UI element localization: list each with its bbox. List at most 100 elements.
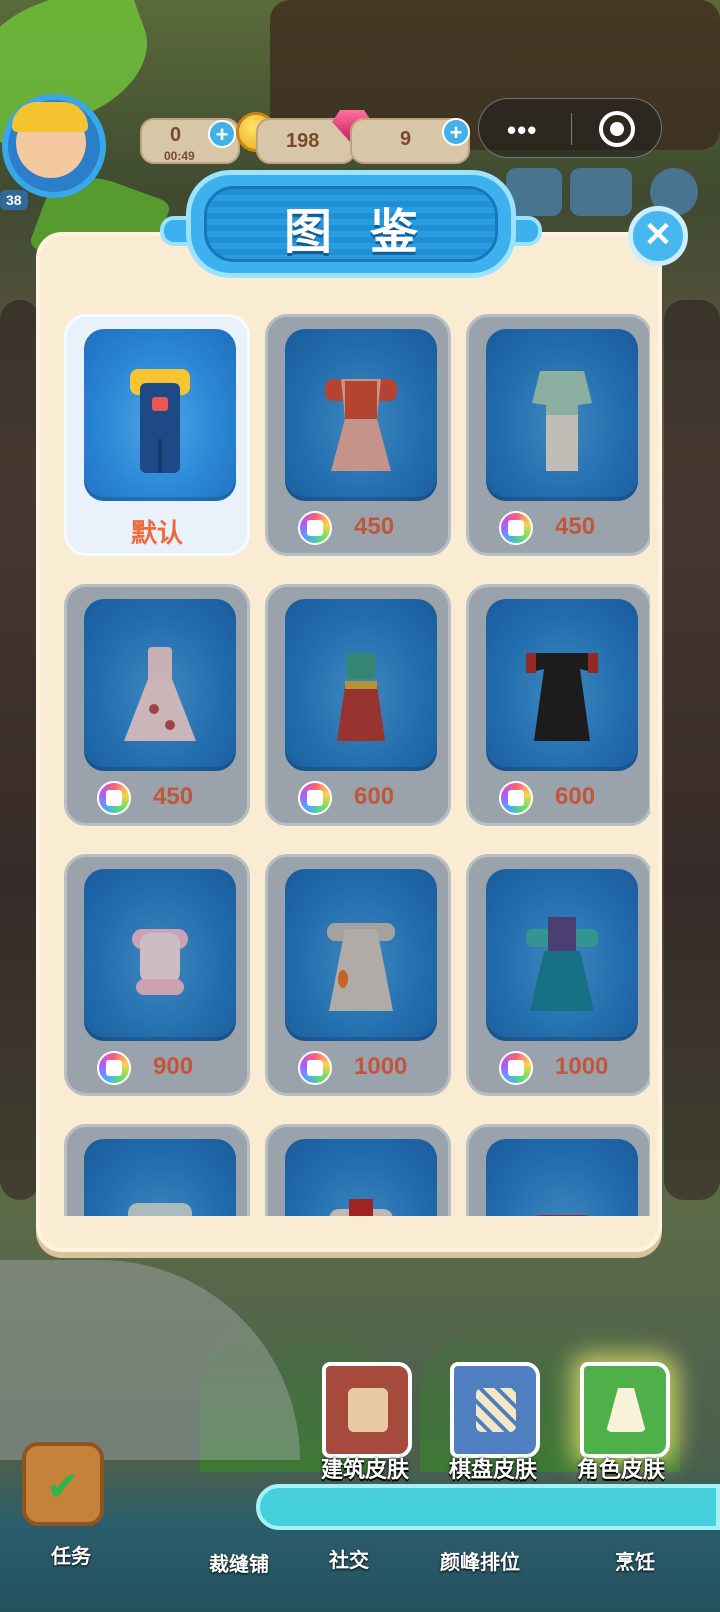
outfit-ticket-icon xyxy=(298,781,332,815)
teal-hanfu-outfit-icon xyxy=(526,917,598,1011)
outfit-image xyxy=(285,599,437,771)
outfit-price: 1000 xyxy=(555,1053,609,1080)
price-row: 900 xyxy=(97,1051,227,1087)
tab-building-skin[interactable]: 建筑皮肤 xyxy=(300,1452,430,1484)
gem-value: 9 xyxy=(400,128,412,150)
dress-emblem-icon xyxy=(606,1388,646,1432)
outfit-card[interactable]: 600 xyxy=(466,584,650,826)
path-decoration xyxy=(0,1260,300,1460)
outfit-scroll-area[interactable]: 默认 450 450 450 600 600 900 1000 1000 xyxy=(60,306,650,1216)
collection-panel: 默认 450 450 450 600 600 900 1000 1000 xyxy=(36,232,662,1252)
pink-romper-outfit-icon xyxy=(132,929,188,995)
outfit-image xyxy=(285,329,437,501)
character-skin-book-icon[interactable] xyxy=(580,1362,670,1458)
outfit-image xyxy=(285,869,437,1041)
panel-title-banner: 图鉴 xyxy=(160,170,542,278)
outfit-image xyxy=(285,1139,437,1216)
outfit-image xyxy=(486,1139,638,1216)
board-emblem-icon xyxy=(476,1388,516,1432)
outfit-card[interactable]: 450 xyxy=(466,314,650,556)
outfit-card[interactable] xyxy=(64,1124,250,1216)
price-row: 1000 xyxy=(499,1051,629,1087)
price-row: 450 xyxy=(97,781,227,817)
price-row: 1000 xyxy=(298,1051,428,1087)
outfit-price: 900 xyxy=(153,1053,194,1080)
close-icon: ✕ xyxy=(643,216,673,254)
outfit-ticket-icon xyxy=(499,781,533,815)
outfit-image xyxy=(486,329,638,501)
outfit-card[interactable] xyxy=(265,1124,451,1216)
outfit-image xyxy=(84,329,236,501)
energy-value: 0 xyxy=(170,124,182,146)
outfit-price: 450 xyxy=(153,783,194,810)
qipao-outfit-icon xyxy=(532,371,592,471)
outfit-card[interactable]: 1000 xyxy=(466,854,650,1096)
wall-decoration xyxy=(664,300,720,1200)
player-level-badge: 38 xyxy=(0,190,28,210)
default-label: 默认 xyxy=(130,519,183,549)
outfit-ticket-icon xyxy=(499,1051,533,1085)
mail-icon[interactable] xyxy=(570,168,632,216)
nav-cooking[interactable]: 烹饪 xyxy=(580,1546,690,1575)
outfit-price: 450 xyxy=(555,513,596,540)
price-row: 600 xyxy=(298,781,428,817)
outfit-card[interactable]: 900 xyxy=(64,854,250,1096)
overalls-outfit-icon xyxy=(130,369,190,473)
price-row: 600 xyxy=(499,781,629,817)
close-button[interactable]: ✕ xyxy=(628,206,688,266)
outfit-image xyxy=(84,1139,236,1216)
building-skin-book-icon[interactable] xyxy=(322,1362,412,1458)
add-energy-button[interactable]: + xyxy=(208,120,236,148)
price-row: 450 xyxy=(298,511,428,547)
checkmark-icon: ✔ xyxy=(46,1464,80,1510)
more-options-icon[interactable]: ••• xyxy=(507,115,537,146)
outfit-card[interactable]: 1000 xyxy=(265,854,451,1096)
panel-title: 图鉴 xyxy=(283,204,456,260)
wall-decoration xyxy=(0,300,40,1200)
outfit-ticket-icon xyxy=(97,1051,131,1085)
red-dress-outfit-icon xyxy=(325,379,397,471)
floral-gown-outfit-icon xyxy=(124,647,196,741)
tab-character-skin[interactable]: 角色皮肤 xyxy=(556,1452,686,1484)
nav-tasks[interactable]: 任务 xyxy=(16,1540,126,1569)
outfit-card[interactable]: 450 xyxy=(265,314,451,556)
energy-timer: 00:49 xyxy=(164,149,195,163)
outfit-image xyxy=(486,869,638,1041)
avatar-hat xyxy=(12,102,88,132)
board-skin-book-icon[interactable] xyxy=(450,1362,540,1458)
outfit-ticket-icon xyxy=(97,781,131,815)
add-gems-button[interactable]: + xyxy=(442,118,470,146)
coin-value: 198 xyxy=(286,130,320,152)
nav-tailor-shop[interactable]: 裁缝铺 xyxy=(184,1548,294,1577)
outfit-card-default[interactable]: 默认 xyxy=(64,314,250,556)
building-emblem-icon xyxy=(348,1388,388,1432)
grey-dress-outfit-icon xyxy=(327,923,395,1011)
price-row: 450 xyxy=(499,511,629,547)
dancer-outfit-icon xyxy=(337,653,385,741)
category-tab-bar xyxy=(256,1484,720,1530)
outfit-card[interactable] xyxy=(466,1124,650,1216)
white-outfit-icon xyxy=(128,1203,192,1216)
tab-board-skin[interactable]: 棋盘皮肤 xyxy=(428,1452,558,1484)
red-robe-outfit-icon xyxy=(535,1215,589,1216)
outfit-ticket-icon xyxy=(499,511,533,545)
outfit-ticket-icon xyxy=(298,1051,332,1085)
red-vest-outfit-icon xyxy=(329,1199,393,1216)
nav-ranking[interactable]: 颜峰排位 xyxy=(410,1546,550,1575)
black-robe-outfit-icon xyxy=(526,653,598,741)
outfit-ticket-icon xyxy=(298,511,332,545)
capsule-divider xyxy=(571,113,572,145)
outfit-image xyxy=(486,599,638,771)
outfit-price: 600 xyxy=(354,783,395,810)
miniprogram-capsule: ••• xyxy=(478,98,662,158)
outfit-price: 600 xyxy=(555,783,596,810)
outfit-card[interactable]: 600 xyxy=(265,584,451,826)
outfit-image xyxy=(84,869,236,1041)
task-board-icon[interactable]: ✔ xyxy=(22,1442,104,1526)
nav-social[interactable]: 社交 xyxy=(294,1544,404,1573)
exit-miniprogram-icon[interactable] xyxy=(599,111,635,147)
outfit-image xyxy=(84,599,236,771)
outfit-price: 450 xyxy=(354,513,395,540)
outfit-card[interactable]: 450 xyxy=(64,584,250,826)
outfit-price: 1000 xyxy=(354,1053,408,1080)
